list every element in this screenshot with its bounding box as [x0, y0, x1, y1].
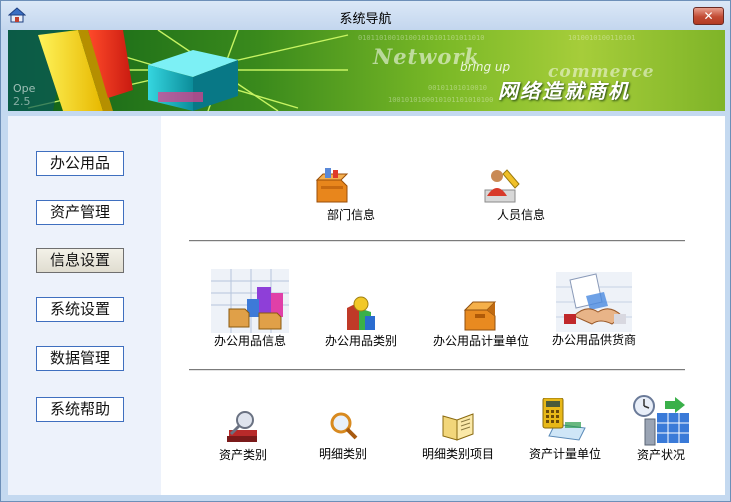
banner-image: Ope 2.5 010110100101001010101101011010 1… [8, 30, 725, 111]
banner-subtitle-en: bring up [460, 60, 511, 74]
asset-status-label: 资产状况 [636, 448, 685, 462]
detail-item-book-icon [442, 413, 474, 441]
separator-2 [189, 369, 685, 371]
sidebar-item-system-settings[interactable]: 系统设置 [36, 297, 124, 322]
asset-status-item[interactable]: 资产状况 [631, 393, 691, 462]
asset-category-item[interactable]: 资产类别 [219, 408, 267, 462]
title-bar[interactable]: 系统导航 ✕ [1, 1, 730, 30]
supplier-handshake-icon [556, 272, 632, 332]
department-icon [315, 168, 349, 203]
close-button[interactable]: ✕ [693, 7, 724, 25]
supplier-item[interactable]: 办公用品供货商 [552, 272, 636, 347]
svg-text:00101101010010: 00101101010010 [428, 84, 487, 92]
office-supplies-category-icon [347, 296, 375, 330]
svg-text:010110100101001010101101011010: 010110100101001010101101011010 [358, 34, 484, 42]
separator-1 [189, 240, 685, 242]
asset-unit-item[interactable]: 资产计量单位 [529, 398, 601, 461]
personnel-info-item[interactable]: 人员信息 [481, 166, 545, 222]
svg-text:1001010100010101101010100: 1001010100010101101010100 [388, 96, 493, 104]
svg-text:Ope: Ope [13, 82, 36, 95]
calculator-icon [542, 398, 586, 441]
navigation-window: 系统导航 ✕ Ope 2.5 0101101001010010101011010… [0, 0, 731, 502]
detail-category-item[interactable]: 明细类别 [319, 410, 367, 461]
detail-item-item[interactable]: 明细类别项目 [422, 410, 494, 461]
office-supplies-unit-icon [463, 301, 497, 331]
svg-text:1010010100110101: 1010010100110101 [568, 34, 635, 42]
main-panel: 部门信息 人员信息 办公用品信息 办公用品类别 办公用品计量单位 办公用品供货商… [161, 116, 725, 495]
window-title: 系统导航 [339, 12, 392, 27]
personnel-info-label: 人员信息 [496, 208, 545, 222]
banner-title-cn: 网络造就商机 [498, 79, 630, 103]
sidebar-item-data-management[interactable]: 数据管理 [36, 346, 124, 371]
sidebar: 办公用品 资产管理 信息设置 系统设置 数据管理 系统帮助 [8, 116, 161, 495]
sidebar-item-system-help[interactable]: 系统帮助 [36, 397, 124, 422]
detail-category-icon [330, 412, 358, 440]
asset-category-icon [227, 411, 257, 442]
sidebar-item-asset-management[interactable]: 资产管理 [36, 200, 124, 225]
person-icon [484, 169, 520, 203]
asset-status-icon [633, 395, 689, 446]
department-info-item[interactable]: 部门信息 [311, 166, 375, 222]
office-supplies-info-icon [211, 269, 289, 333]
office-supplies-category-item[interactable]: 办公用品类别 [325, 294, 397, 348]
sidebar-item-info-settings[interactable]: 信息设置 [36, 248, 124, 273]
supplier-label: 办公用品供货商 [551, 333, 636, 347]
sidebar-item-office-supplies[interactable]: 办公用品 [36, 151, 124, 176]
office-supplies-unit-item[interactable]: 办公用品计量单位 [433, 296, 529, 348]
svg-text:2.5: 2.5 [13, 95, 31, 108]
office-supplies-info-item[interactable]: 办公用品信息 [211, 269, 289, 348]
department-info-label: 部门信息 [326, 208, 375, 222]
